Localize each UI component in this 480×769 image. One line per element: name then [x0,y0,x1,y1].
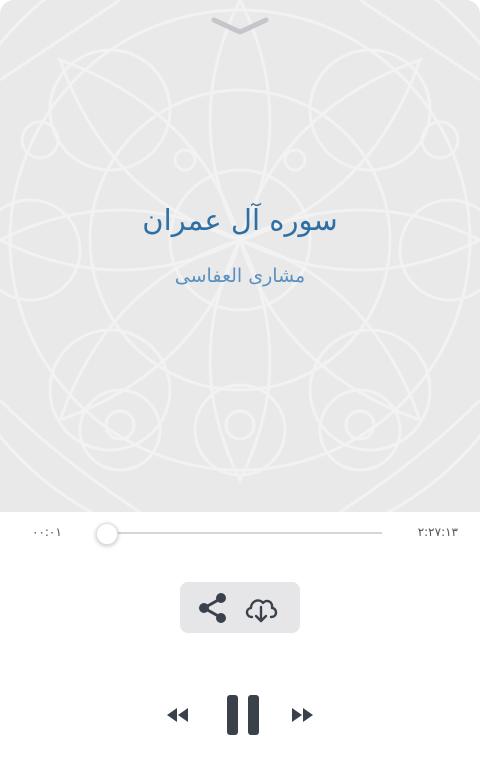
fast-forward-icon [292,708,313,722]
current-time: ۰۰:۰۱ [32,525,62,539]
seek-thumb[interactable] [96,523,119,545]
rewind-button[interactable] [164,705,190,725]
download-button[interactable] [242,590,280,626]
total-time: ۲:۲۷:۱۳ [417,525,458,539]
ornamental-pattern [0,0,480,512]
share-icon [199,593,226,623]
rewind-icon [167,708,188,722]
pause-icon [227,695,259,735]
seek-bar[interactable] [96,523,382,545]
action-panel [180,582,300,633]
fast-forward-button[interactable] [290,705,316,725]
surah-title: سوره آل عمران [142,203,338,237]
reciter-name: مشاری العفاسی [174,265,306,287]
share-button[interactable] [194,590,232,626]
cloud-download-icon [245,599,278,623]
cover-artwork: سوره آل عمران مشاری العفاسی [0,0,480,512]
pause-button[interactable] [224,694,262,736]
chevron-down-icon[interactable] [210,14,270,38]
